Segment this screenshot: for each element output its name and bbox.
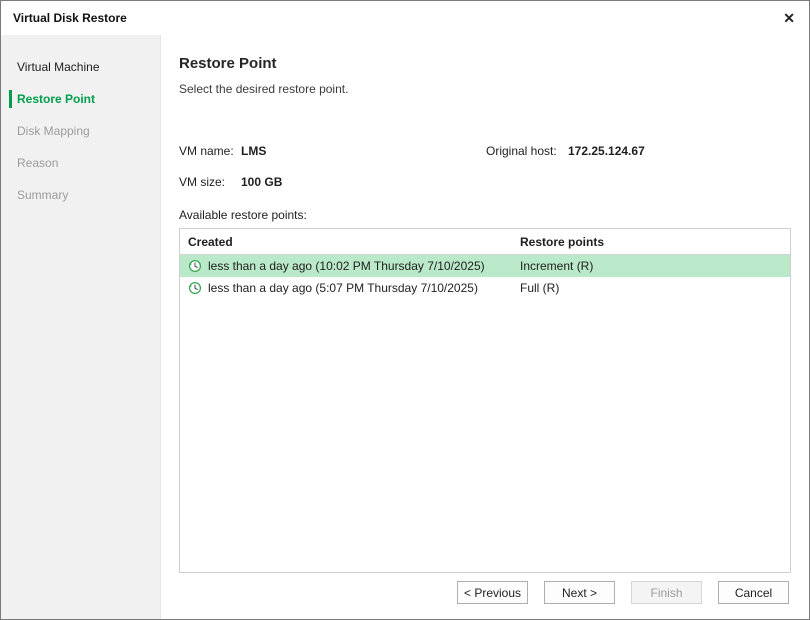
row-created-text: less than a day ago (10:02 PM Thursday 7…: [208, 259, 485, 273]
restore-points-caption: Available restore points:: [179, 208, 791, 222]
step-label: Restore Point: [17, 92, 95, 106]
sidebar-item-restore-point[interactable]: Restore Point: [1, 83, 160, 115]
restore-points-table: Created Restore points less than a day a…: [179, 228, 791, 573]
page-title: Restore Point: [179, 55, 791, 72]
page-subtitle: Select the desired restore point.: [179, 82, 791, 96]
sidebar-item-summary[interactable]: Summary: [1, 179, 160, 211]
vm-size-value: 100 GB: [241, 167, 486, 198]
original-host-label: Original host:: [486, 136, 568, 167]
vm-name-label: VM name:: [179, 136, 241, 167]
vm-info-row-1: VM name: LMS Original host: 172.25.124.6…: [179, 136, 791, 167]
titlebar: Virtual Disk Restore ✕: [1, 1, 809, 35]
table-row-full[interactable]: less than a day ago (5:07 PM Thursday 7/…: [180, 277, 790, 299]
row-restore-point-type: Increment (R): [512, 259, 790, 273]
original-host-value: 172.25.124.67: [568, 136, 791, 167]
table-row-increment[interactable]: less than a day ago (10:02 PM Thursday 7…: [180, 255, 790, 277]
next-button[interactable]: Next >: [544, 581, 615, 604]
step-label: Virtual Machine: [17, 60, 100, 74]
cancel-button[interactable]: Cancel: [718, 581, 789, 604]
window-title: Virtual Disk Restore: [13, 11, 127, 25]
step-label: Summary: [17, 188, 68, 202]
vm-info-row-2: VM size: 100 GB: [179, 167, 791, 198]
virtual-disk-restore-window: Virtual Disk Restore ✕ Virtual Machine R…: [0, 0, 810, 620]
vm-size-label: VM size:: [179, 167, 241, 198]
column-header-restore-points[interactable]: Restore points: [512, 235, 790, 249]
vm-name-value: LMS: [241, 136, 486, 167]
finish-button: Finish: [631, 581, 702, 604]
table-header-row: Created Restore points: [180, 229, 790, 255]
restore-point-clock-icon: [188, 281, 202, 295]
previous-button[interactable]: < Previous: [457, 581, 528, 604]
main-panel: Restore Point Select the desired restore…: [161, 35, 809, 619]
sidebar-item-disk-mapping[interactable]: Disk Mapping: [1, 115, 160, 147]
close-icon[interactable]: ✕: [783, 11, 795, 25]
sidebar-item-reason[interactable]: Reason: [1, 147, 160, 179]
row-restore-point-type: Full (R): [512, 281, 790, 295]
step-label: Disk Mapping: [17, 124, 90, 138]
row-created-text: less than a day ago (5:07 PM Thursday 7/…: [208, 281, 478, 295]
step-label: Reason: [17, 156, 58, 170]
wizard-steps-sidebar: Virtual Machine Restore Point Disk Mappi…: [1, 35, 161, 619]
column-header-created[interactable]: Created: [180, 235, 512, 249]
restore-point-clock-icon: [188, 259, 202, 273]
wizard-footer: < Previous Next > Finish Cancel: [457, 581, 789, 604]
sidebar-item-virtual-machine[interactable]: Virtual Machine: [1, 51, 160, 83]
